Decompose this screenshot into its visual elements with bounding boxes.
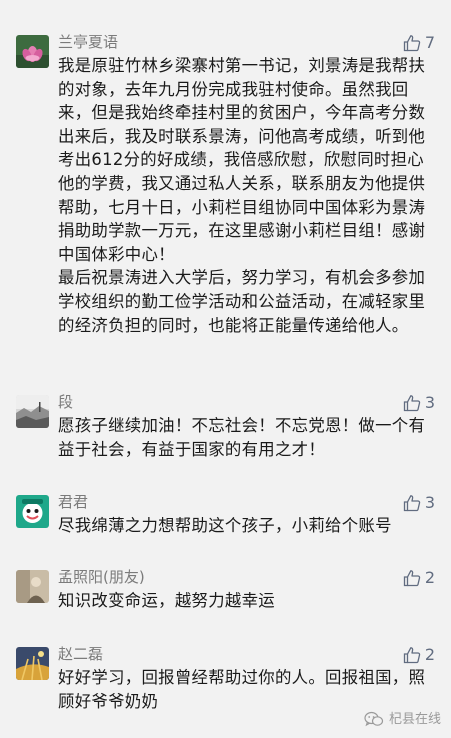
source-watermark: 杞县在线: [364, 711, 441, 728]
comment-author[interactable]: 赵二磊: [58, 644, 103, 664]
thumbs-up-icon: [403, 35, 421, 52]
comment-text: 好好学习，回报曾经帮助过你的人。回报祖国，照顾好爷爷奶奶: [58, 668, 426, 711]
cartoon-avatar[interactable]: [16, 495, 49, 528]
comment-text: 我是原驻竹林乡梁寨村第一书记，刘景涛是我帮扶的对象，去年九月份完成我驻村使命。虽…: [58, 56, 426, 335]
lotus-avatar[interactable]: [16, 35, 49, 68]
comment-author[interactable]: 段: [58, 392, 73, 412]
comment-text: 知识改变命运，越努力越幸运: [58, 591, 275, 610]
thumbs-up-icon: [403, 495, 421, 512]
photo-avatar[interactable]: [16, 570, 49, 603]
thumbs-up-icon: [403, 570, 421, 587]
wheat-avatar[interactable]: [16, 647, 49, 680]
thumbs-up-icon: [403, 647, 421, 664]
comment-item: 段 3 愿孩子继续加油！不忘社会！不忘党恩！做一个有益于社会，有益于国家的有用之…: [0, 375, 451, 475]
like-count: 3: [424, 393, 435, 412]
like-count: 2: [424, 645, 435, 664]
comment-item: 君君 3 尽我绵薄之力想帮助这个孩子，小莉给个账号: [0, 475, 451, 550]
comment-author[interactable]: 君君: [58, 492, 88, 512]
like-button[interactable]: 2: [403, 568, 435, 588]
thumbs-up-icon: [403, 395, 421, 412]
like-count: 3: [424, 493, 435, 512]
like-button[interactable]: 3: [403, 393, 435, 413]
comment-item: 兰亭夏语 7 我是原驻竹林乡梁寨村第一书记，刘景涛是我帮扶的对象，去年九月份完成…: [0, 0, 451, 375]
landscape-avatar[interactable]: [16, 395, 49, 428]
comment-author[interactable]: 孟照阳(朋友): [58, 567, 145, 587]
comment-author[interactable]: 兰亭夏语: [58, 32, 118, 52]
comment-text: 尽我绵薄之力想帮助这个孩子，小莉给个账号: [58, 516, 392, 535]
like-button[interactable]: 3: [403, 493, 435, 513]
watermark-text: 杞县在线: [388, 711, 441, 727]
like-button[interactable]: 7: [403, 33, 435, 53]
like-count: 7: [424, 33, 435, 52]
like-count: 2: [424, 568, 435, 587]
comment-item: 孟照阳(朋友) 2 知识改变命运，越努力越幸运: [0, 550, 451, 625]
comment-feed: 兰亭夏语 7 我是原驻竹林乡梁寨村第一书记，刘景涛是我帮扶的对象，去年九月份完成…: [0, 0, 451, 738]
wechat-logo-icon: [364, 711, 384, 727]
comment-text: 愿孩子继续加油！不忘社会！不忘党恩！做一个有益于社会，有益于国家的有用之才！: [58, 416, 426, 459]
like-button[interactable]: 2: [403, 645, 435, 665]
